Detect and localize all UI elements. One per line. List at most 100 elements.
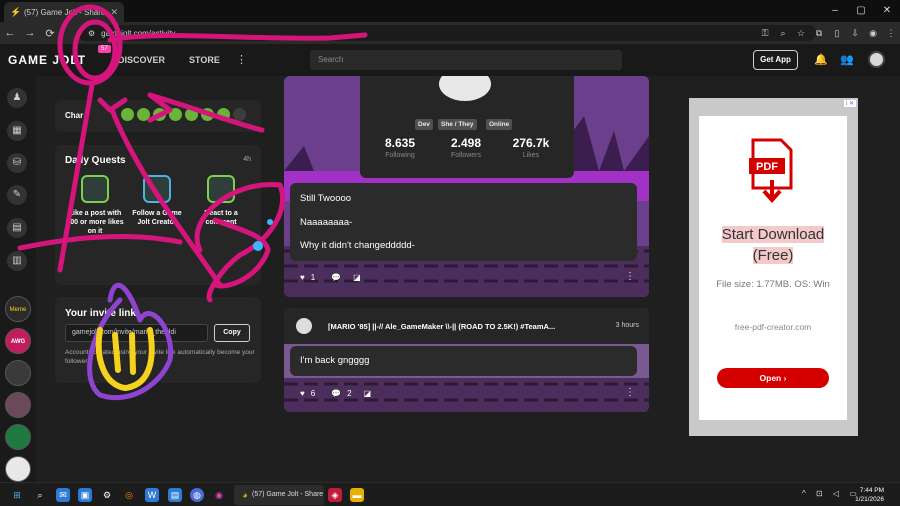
like-icon[interactable]: ♥ [300, 389, 305, 398]
blue-dot [267, 219, 273, 225]
post-more-icon[interactable]: ⋮ [625, 271, 635, 282]
zoom-icon[interactable]: ⌕ [774, 28, 792, 39]
clock-time: 7:44 PM [859, 487, 884, 494]
backpack-icon[interactable]: ⛁ [7, 153, 27, 173]
taskbar-clock[interactable]: 7:44 PM 1/21/2026 [855, 486, 884, 504]
stat-likes[interactable]: 276.7k Likes [503, 136, 559, 159]
store-icon[interactable]: ▦ [7, 121, 27, 141]
community-meme-hub[interactable]: Meme hub [5, 296, 31, 322]
quest-card[interactable]: React to a comment [191, 175, 251, 227]
get-app-button[interactable]: Get App [753, 50, 798, 70]
nav-discover[interactable]: DISCOVER [118, 55, 165, 65]
ad-title-line2: (Free) [752, 247, 794, 264]
post-text-bubble: I'm back gngggg [290, 346, 637, 376]
community-avatar-5[interactable] [5, 424, 31, 450]
ad-card[interactable]: PDF Start Download (Free) File size: 1.7… [699, 116, 847, 420]
quests-icon[interactable]: ✎ [7, 185, 27, 205]
post-line: Still Twoooo [300, 193, 352, 204]
forward-icon[interactable]: → [20, 27, 40, 39]
like-count: 1 [310, 273, 316, 282]
minimize-button[interactable]: – [822, 0, 848, 22]
key-icon[interactable]: ⚿ [756, 28, 774, 39]
photos-icon[interactable]: ▣ [78, 488, 92, 502]
profile-icon[interactable]: ◉ [864, 28, 882, 39]
gamejolt-logo[interactable]: GAME JOLT [8, 53, 86, 67]
app-icon-2[interactable]: ◉ [212, 488, 226, 502]
stat-value: 8.635 [384, 136, 416, 150]
back-icon[interactable]: ← [0, 27, 20, 39]
sidepanel-icon[interactable]: ▯ [828, 28, 846, 39]
close-tab-icon[interactable]: ✕ [110, 7, 118, 18]
username-text: Char [65, 111, 84, 120]
sticker-icon[interactable]: ◪ [364, 389, 372, 398]
download-icon[interactable]: ⇩ [846, 28, 864, 39]
ad-info-badge[interactable]: i ✕ [843, 100, 856, 107]
tag-online: Online [486, 119, 513, 130]
windows-start-icon[interactable]: ⊞ [10, 488, 24, 502]
author-avatar[interactable] [296, 318, 312, 334]
activity-icon[interactable]: ♟ [7, 88, 27, 108]
url-text: gamejolt.com/activity [101, 28, 176, 38]
friends-icon[interactable]: 👥 [840, 53, 854, 66]
close-window-button[interactable]: ✕ [874, 0, 900, 22]
comment-icon[interactable]: 💬 [331, 389, 341, 398]
extensions-icon[interactable]: ⧉ [810, 28, 828, 39]
search-input[interactable]: Search [310, 50, 622, 70]
gamejolt-favicon-icon: ⚡ [10, 7, 22, 17]
browser-tab[interactable]: ⚡ (57) Game Jolt - Share ✕ [4, 2, 124, 22]
community-avatar-3[interactable] [5, 360, 31, 386]
more-menu-icon[interactable]: ⋮ [236, 53, 247, 66]
invite-link-field[interactable]: gamejolt.com/invite/mario_the_ldi [65, 324, 208, 342]
feed-post-profile: Dev She / They Online 8.635 Following 2.… [284, 76, 649, 297]
level-dots [121, 108, 246, 121]
user-avatar[interactable] [868, 51, 885, 68]
word-icon[interactable]: W [145, 488, 159, 502]
post-more-icon[interactable]: ⋮ [625, 387, 635, 398]
quest-heart-icon [81, 175, 109, 203]
reload-icon[interactable]: ⟳ [40, 27, 60, 40]
community-awg[interactable]: AWG [5, 328, 31, 354]
url-field[interactable]: ⚙ gamejolt.com/activity [78, 25, 816, 41]
nav-store[interactable]: STORE [189, 55, 220, 65]
like-icon[interactable]: ♥ [300, 273, 305, 282]
quest-card[interactable]: Like a post with 100 or more likes on it [65, 175, 125, 236]
stat-label: Followers [451, 152, 481, 159]
app-icon[interactable]: ◍ [190, 488, 204, 502]
profile-stats-card: Dev She / They Online 8.635 Following 2.… [360, 76, 574, 178]
chat-icon[interactable]: ▤ [7, 218, 27, 238]
profile-avatar[interactable] [436, 76, 494, 104]
community-avatar-6[interactable] [5, 456, 31, 482]
sticker-icon[interactable]: ◪ [353, 273, 361, 282]
mail-icon[interactable]: ✉ [56, 488, 70, 502]
quest-card[interactable]: Follow a Game Jolt Creator [127, 175, 187, 227]
app-icon-3[interactable]: ◈ [328, 488, 342, 502]
stat-following[interactable]: 8.635 Following [372, 136, 428, 159]
stat-followers[interactable]: 2.498 Followers [438, 136, 494, 159]
ad-title-line1: Start Download [721, 226, 825, 243]
ad-title: Start Download (Free) [699, 224, 847, 266]
system-tray-icons[interactable]: ^ ⊡ ◁ ▭ [802, 489, 861, 498]
maximize-button[interactable]: ▢ [848, 0, 874, 22]
bell-icon[interactable]: 🔔 [814, 53, 828, 66]
notification-badge: 57 [98, 45, 111, 53]
post-author[interactable]: [MARIO '85] ||-// Ale_GameMaker \\-|| (R… [328, 322, 600, 331]
post-actions: ♥ 1 💬 ◪ [300, 273, 367, 282]
bookmark-star-icon[interactable]: ☆ [792, 28, 810, 39]
menu-icon[interactable]: ⋮ [882, 28, 900, 39]
library-icon[interactable]: ▥ [7, 251, 27, 271]
site-info-icon[interactable]: ⚙ [88, 29, 95, 38]
ad-open-button[interactable]: Open › [717, 368, 829, 388]
quest-follow-icon [143, 175, 171, 203]
copy-button[interactable]: Copy [214, 324, 250, 342]
store-app-icon[interactable]: ▤ [168, 488, 182, 502]
community-avatar-4[interactable] [5, 392, 31, 418]
settings-gear-icon[interactable]: ⚙ [100, 488, 114, 502]
search-icon[interactable]: ⌕ [33, 488, 47, 502]
ad-container[interactable]: i ✕ PDF Start Download (Free) File size:… [689, 98, 858, 436]
site-header: GAME JOLT DISCOVER STORE ⋮ Search Get Ap… [0, 44, 900, 76]
file-explorer-icon[interactable]: ▬ [350, 488, 364, 502]
blender-icon[interactable]: ◎ [122, 488, 136, 502]
browser-tab-strip: ⚡ (57) Game Jolt - Share ✕ – ▢ ✕ [0, 0, 900, 22]
tab-title: (57) Game Jolt - Share [24, 7, 106, 17]
comment-icon[interactable]: 💬 [331, 273, 341, 282]
